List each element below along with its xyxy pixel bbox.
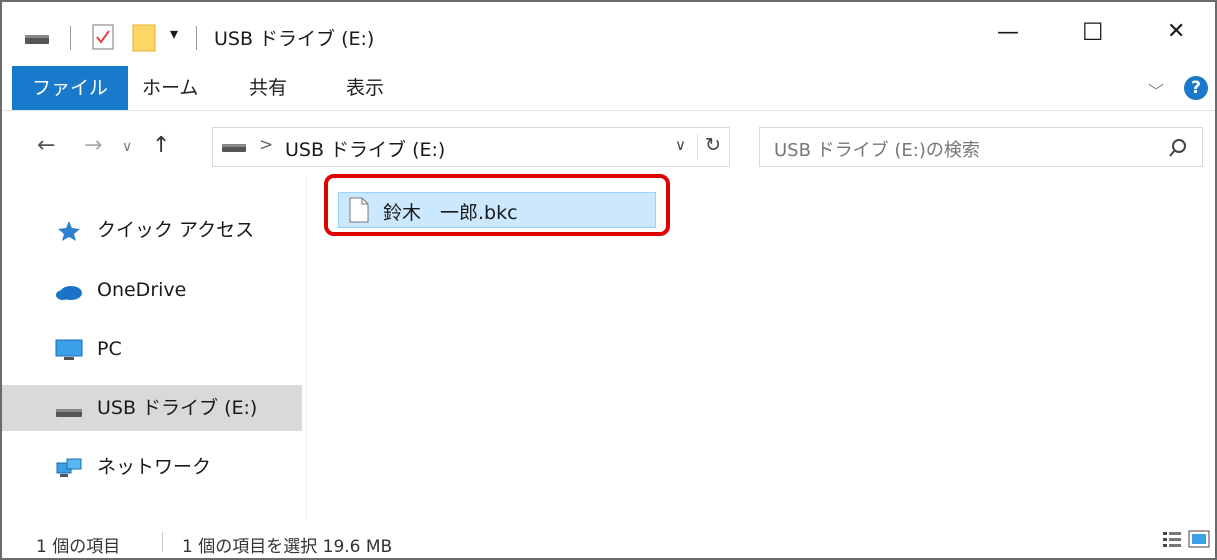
star-icon — [58, 221, 80, 241]
address-bar[interactable]: > USB ドライブ (E:) ∨ ↻ — [212, 127, 730, 167]
nav-item-quick-access[interactable]: クイック アクセス — [2, 207, 302, 253]
refresh-icon[interactable]: ↻ — [705, 134, 721, 156]
recent-locations-chevron-icon[interactable]: ∨ — [122, 139, 132, 155]
cloud-icon — [56, 286, 82, 300]
search-placeholder: USB ドライブ (E:)の検索 — [774, 140, 980, 161]
address-dropdown-icon[interactable]: ∨ — [675, 136, 686, 154]
highlight-box — [324, 174, 670, 236]
new-folder-icon[interactable] — [132, 22, 156, 52]
address-row: ← → ∨ ↑ > USB ドライブ (E:) ∨ ↻ USB ドライブ (E:… — [2, 117, 1215, 177]
help-icon[interactable]: ? — [1184, 76, 1208, 100]
drive-icon — [56, 409, 82, 417]
breadcrumb-separator-icon[interactable]: > — [259, 135, 273, 155]
nav-item-usb-drive[interactable]: USB ドライブ (E:) — [2, 385, 302, 431]
divider — [196, 26, 197, 50]
item-count: 1 個の項目 — [36, 537, 121, 557]
search-icon[interactable] — [1168, 138, 1188, 158]
window-title: USB ドライブ (E:) — [214, 28, 375, 50]
tab-home[interactable]: ホーム — [128, 66, 212, 110]
divider — [697, 134, 698, 160]
selection-info: 1 個の項目を選択 19.6 MB — [182, 537, 393, 557]
minimize-button[interactable]: — — [997, 20, 1019, 45]
tab-view[interactable]: 表示 — [332, 66, 398, 110]
search-input[interactable]: USB ドライブ (E:)の検索 — [759, 127, 1203, 167]
nav-item-label: USB ドライブ (E:) — [97, 397, 258, 419]
nav-item-label: OneDrive — [97, 279, 187, 301]
drive-icon — [222, 144, 246, 152]
nav-item-pc[interactable]: PC — [2, 326, 302, 372]
nav-item-label: PC — [97, 338, 122, 360]
forward-arrow-icon[interactable]: → — [84, 133, 102, 158]
quick-access-dropdown-icon[interactable]: ▾ — [170, 24, 178, 43]
large-icons-view-icon[interactable] — [1188, 530, 1210, 548]
title-bar: ▾ USB ドライブ (E:) — ☐ ✕ — [2, 2, 1215, 64]
close-button[interactable]: ✕ — [1167, 19, 1185, 44]
divider — [162, 532, 163, 552]
expand-ribbon-icon[interactable]: ﹀ — [1148, 78, 1164, 102]
properties-icon[interactable] — [92, 24, 114, 50]
drive-icon[interactable] — [24, 32, 50, 46]
tab-file[interactable]: ファイル — [12, 66, 129, 110]
up-arrow-icon[interactable]: ↑ — [152, 133, 170, 158]
status-bar: 1 個の項目 1 個の項目を選択 19.6 MB — [2, 522, 1215, 558]
divider — [70, 26, 71, 50]
tab-share[interactable]: 共有 — [235, 66, 301, 110]
network-icon — [56, 458, 82, 477]
details-view-icon[interactable] — [1162, 530, 1182, 548]
nav-item-label: ネットワーク — [97, 456, 212, 478]
nav-item-label: クイック アクセス — [97, 219, 255, 241]
navigation-pane: クイック アクセス OneDrive PC USB ドライブ (E:) ネットワ… — [2, 178, 307, 518]
monitor-icon — [55, 339, 83, 360]
nav-item-onedrive[interactable]: OneDrive — [2, 267, 302, 313]
maximize-button[interactable]: ☐ — [1082, 18, 1104, 46]
file-list: 鈴木 一郎.bkc — [308, 174, 1215, 518]
ribbon-tabs: ファイル ホーム 共有 表示 ﹀ ? — [2, 66, 1215, 111]
nav-item-network[interactable]: ネットワーク — [2, 444, 302, 490]
back-arrow-icon[interactable]: ← — [37, 133, 55, 158]
breadcrumb-path[interactable]: USB ドライブ (E:) — [285, 135, 445, 162]
